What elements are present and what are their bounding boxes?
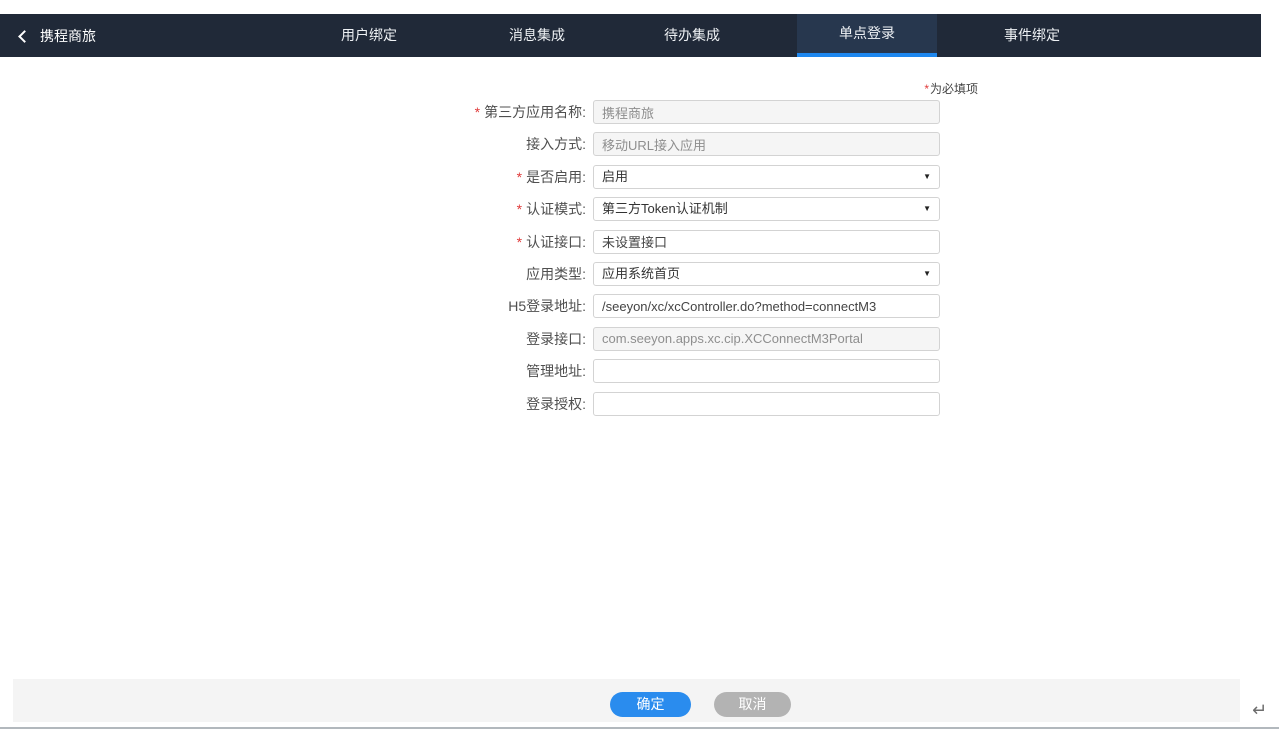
enable-status-select[interactable]: 启用 ▼: [593, 165, 940, 189]
required-asterisk: *: [517, 201, 522, 217]
third-party-app-name-input: [593, 100, 940, 124]
field-cell: [593, 230, 940, 254]
access-mode-input: [593, 132, 940, 156]
form-row-enable-status: *是否启用: 启用 ▼: [0, 165, 940, 189]
label-admin-url: 管理地址:: [0, 361, 586, 381]
field-label-text: 认证接口:: [526, 234, 586, 250]
footer-bar: 确定 取消: [13, 679, 1240, 722]
label-app-type: 应用类型:: [0, 264, 586, 284]
confirm-button[interactable]: 确定: [610, 692, 691, 717]
field-label-text: 应用类型:: [526, 266, 586, 282]
caret-down-icon: ▼: [923, 270, 931, 278]
label-auth-api: *认证接口:: [0, 232, 586, 252]
field-label-text: 认证模式:: [526, 201, 586, 217]
selected-value: 第三方Token认证机制: [602, 201, 728, 216]
required-asterisk: *: [517, 169, 522, 185]
field-label-text: 第三方应用名称:: [484, 104, 586, 120]
field-cell: [593, 327, 940, 351]
field-label-text: 管理地址:: [526, 363, 586, 379]
h5-login-url-input[interactable]: [593, 294, 940, 318]
field-cell: [593, 100, 940, 124]
cancel-button[interactable]: 取消: [714, 692, 791, 717]
form-row-login-api: 登录接口:: [0, 327, 940, 351]
tab-event-binding[interactable]: 事件绑定: [962, 14, 1102, 57]
tab-single-sign-on[interactable]: 单点登录: [797, 14, 937, 57]
required-asterisk: *: [517, 234, 522, 250]
form-row-third-party-app-name: *第三方应用名称:: [0, 100, 940, 124]
field-cell: 第三方Token认证机制 ▼: [593, 197, 940, 221]
return-arrow-glyph: ↵: [1252, 700, 1267, 721]
bottom-divider: [0, 727, 1279, 729]
tab-todo-integration[interactable]: 待办集成: [622, 14, 762, 57]
topbar: 携程商旅 用户绑定消息集成待办集成单点登录事件绑定: [0, 14, 1261, 57]
form-row-access-mode: 接入方式:: [0, 132, 940, 156]
back-chevron-icon: [18, 30, 31, 43]
label-login-auth: 登录授权:: [0, 394, 586, 414]
field-cell: [593, 294, 940, 318]
label-third-party-app-name: *第三方应用名称:: [0, 102, 586, 122]
login-api-input: [593, 327, 940, 351]
caret-down-icon: ▼: [923, 205, 931, 213]
selected-value: 启用: [602, 169, 628, 184]
required-asterisk: *: [924, 82, 929, 96]
auth-api-input[interactable]: [593, 230, 940, 254]
page-title: 携程商旅: [40, 26, 96, 46]
label-h5-login-url: H5登录地址:: [0, 296, 586, 316]
form-row-app-type: 应用类型: 应用系统首页 ▼: [0, 262, 940, 286]
form-row-admin-url: 管理地址:: [0, 359, 940, 383]
field-label-text: 接入方式:: [526, 136, 586, 152]
field-label-text: 登录接口:: [526, 331, 586, 347]
caret-down-icon: ▼: [923, 173, 931, 181]
tab-user-binding[interactable]: 用户绑定: [299, 14, 439, 57]
label-access-mode: 接入方式:: [0, 134, 586, 154]
sso-settings-form: *第三方应用名称:接入方式:*是否启用:启用▼*认证模式:第三方Token认证机…: [0, 100, 940, 424]
label-auth-mode: *认证模式:: [0, 199, 586, 219]
admin-url-input[interactable]: [593, 359, 940, 383]
required-note: *为必填项: [0, 80, 978, 97]
field-cell: [593, 359, 940, 383]
form-row-auth-api: *认证接口:: [0, 230, 940, 254]
label-login-api: 登录接口:: [0, 329, 586, 349]
field-cell: [593, 392, 940, 416]
form-row-h5-login-url: H5登录地址:: [0, 294, 940, 318]
field-label-text: 登录授权:: [526, 396, 586, 412]
tab-message-integration[interactable]: 消息集成: [467, 14, 607, 57]
field-cell: 应用系统首页 ▼: [593, 262, 940, 286]
app-type-select[interactable]: 应用系统首页 ▼: [593, 262, 940, 286]
field-cell: 启用 ▼: [593, 165, 940, 189]
auth-mode-select[interactable]: 第三方Token认证机制 ▼: [593, 197, 940, 221]
field-label-text: H5登录地址:: [508, 298, 586, 314]
form-row-login-auth: 登录授权:: [0, 392, 940, 416]
selected-value: 应用系统首页: [602, 266, 680, 281]
required-note-text: 为必填项: [930, 82, 978, 96]
form-row-auth-mode: *认证模式: 第三方Token认证机制 ▼: [0, 197, 940, 221]
label-enable-status: *是否启用:: [0, 167, 586, 187]
field-cell: [593, 132, 940, 156]
required-asterisk: *: [475, 104, 480, 120]
back-button[interactable]: 携程商旅: [20, 14, 96, 57]
login-auth-input[interactable]: [593, 392, 940, 416]
field-label-text: 是否启用:: [526, 169, 586, 185]
